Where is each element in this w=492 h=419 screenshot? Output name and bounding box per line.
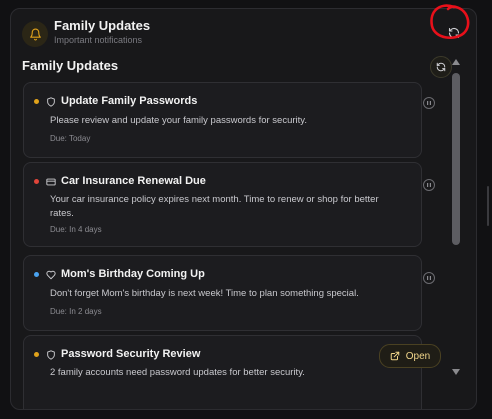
family-updates-panel: Family Updates Important notifications F…: [10, 8, 477, 410]
shield-icon: [47, 350, 55, 360]
pause-button[interactable]: [423, 272, 435, 284]
refresh-icon: [436, 62, 446, 72]
shield-icon: [47, 97, 55, 107]
refresh-button[interactable]: [444, 23, 464, 43]
scroll-down-arrow-icon[interactable]: [452, 369, 460, 375]
refresh-icon: [448, 27, 460, 39]
priority-dot: [34, 99, 39, 104]
open-button[interactable]: Open: [379, 344, 441, 368]
notification-title: Password Security Review: [61, 348, 201, 360]
notification-description: 2 family accounts need password updates …: [50, 367, 305, 378]
notification-due: Due: In 2 days: [50, 307, 102, 316]
priority-dot: [34, 179, 39, 184]
pause-button[interactable]: [423, 97, 435, 109]
credit-card-icon: [46, 178, 56, 186]
scrollbar[interactable]: [451, 59, 463, 379]
panel-header: Family Updates Important notifications: [11, 9, 476, 57]
priority-dot: [34, 352, 39, 357]
header-subtitle: Important notifications: [54, 35, 143, 45]
heart-icon: [46, 270, 56, 280]
pause-icon: [427, 183, 431, 187]
scroll-thumb[interactable]: [452, 73, 460, 245]
bell-icon: [22, 21, 48, 47]
notification-title: Car Insurance Renewal Due: [61, 175, 206, 187]
notification-description: Please review and update your family pas…: [50, 115, 307, 126]
header-title: Family Updates: [54, 18, 151, 33]
pause-button[interactable]: [423, 179, 435, 191]
window-edge-handle: [487, 186, 489, 226]
notification-description: Your car insurance policy expires next m…: [50, 194, 379, 219]
section-refresh-button[interactable]: [430, 56, 452, 78]
notification-title: Update Family Passwords: [61, 95, 198, 107]
notification-card[interactable]: Car Insurance Renewal Due Your car insur…: [23, 162, 435, 247]
notification-title: Mom's Birthday Coming Up: [61, 268, 205, 280]
notification-due: Due: Today: [50, 134, 91, 143]
pause-icon: [427, 276, 431, 280]
open-button-label: Open: [405, 350, 431, 362]
section-title: Family Updates: [22, 58, 119, 73]
pause-icon: [427, 101, 431, 105]
notification-card[interactable]: Update Family Passwords Please review an…: [23, 82, 435, 158]
priority-dot: [34, 272, 39, 277]
notification-card[interactable]: Mom's Birthday Coming Up Don't forget Mo…: [23, 255, 435, 331]
notification-due: Due: In 4 days: [50, 225, 102, 234]
external-link-icon: [390, 351, 400, 361]
scroll-up-arrow-icon[interactable]: [452, 59, 460, 65]
notification-card[interactable]: Password Security Review Open 2 family a…: [23, 335, 441, 409]
notification-description: Don't forget Mom's birthday is next week…: [50, 288, 359, 299]
